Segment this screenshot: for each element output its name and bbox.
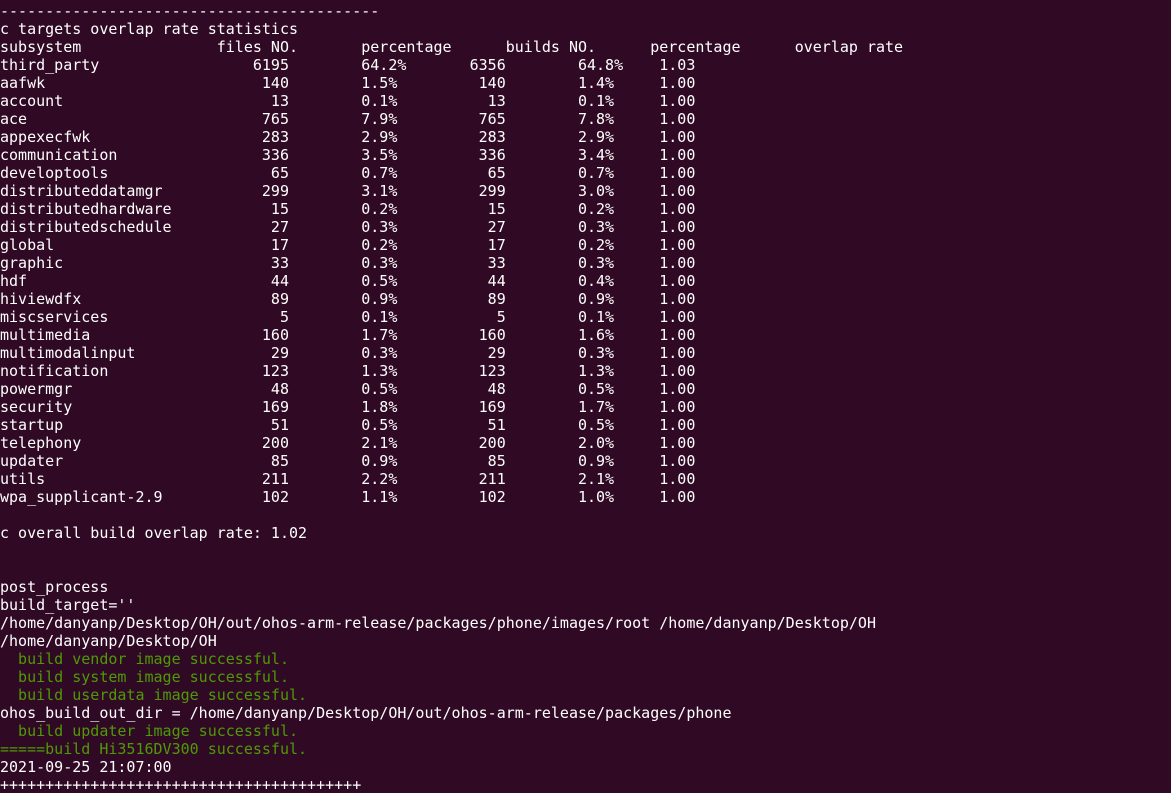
build-success-line: build vendor image successful. <box>0 650 289 668</box>
terminal-line: utils 211 2.2% 211 2.1% 1.00 <box>0 470 696 488</box>
terminal-line: global 17 0.2% 17 0.2% 1.00 <box>0 236 696 254</box>
terminal-line: wpa_supplicant-2.9 102 1.1% 102 1.0% 1.0… <box>0 488 696 506</box>
terminal-line: startup 51 0.5% 51 0.5% 1.00 <box>0 416 696 434</box>
terminal-line: ohos_build_out_dir = /home/danyanp/Deskt… <box>0 704 732 722</box>
terminal-line: distributedschedule 27 0.3% 27 0.3% 1.00 <box>0 218 696 236</box>
build-success-line: build userdata image successful. <box>0 686 308 704</box>
terminal-line: security 169 1.8% 169 1.7% 1.00 <box>0 398 696 416</box>
terminal-line: hdf 44 0.5% 44 0.4% 1.00 <box>0 272 696 290</box>
terminal-line: build_target='' <box>0 596 136 614</box>
terminal-line: miscservices 5 0.1% 5 0.1% 1.00 <box>0 308 696 326</box>
terminal-output: ----------------------------------------… <box>0 2 903 793</box>
terminal-line: distributeddatamgr 299 3.1% 299 3.0% 1.0… <box>0 182 696 200</box>
terminal-line: subsystem files NO. percentage builds NO… <box>0 38 904 56</box>
terminal-line: /home/danyanp/Desktop/OH/out/ohos-arm-re… <box>0 614 876 632</box>
terminal-line: multimedia 160 1.7% 160 1.6% 1.00 <box>0 326 696 344</box>
terminal-line: /home/danyanp/Desktop/OH <box>0 632 217 650</box>
terminal-line: telephony 200 2.1% 200 2.0% 1.00 <box>0 434 696 452</box>
terminal-line: appexecfwk 283 2.9% 283 2.9% 1.00 <box>0 128 696 146</box>
terminal-line: developtools 65 0.7% 65 0.7% 1.00 <box>0 164 696 182</box>
terminal-line: communication 336 3.5% 336 3.4% 1.00 <box>0 146 696 164</box>
terminal-line: 2021-09-25 21:07:00 <box>0 758 172 776</box>
terminal-line: hiviewdfx 89 0.9% 89 0.9% 1.00 <box>0 290 696 308</box>
terminal-line: powermgr 48 0.5% 48 0.5% 1.00 <box>0 380 696 398</box>
terminal-line: post_process <box>0 578 109 596</box>
terminal-line: notification 123 1.3% 123 1.3% 1.00 <box>0 362 696 380</box>
build-success-line: build system image successful. <box>0 668 289 686</box>
terminal-line: multimodalinput 29 0.3% 29 0.3% 1.00 <box>0 344 696 362</box>
terminal-line: ace 765 7.9% 765 7.8% 1.00 <box>0 110 696 128</box>
build-success-line: build updater image successful. <box>0 722 299 740</box>
build-success-line: =====build Hi3516DV300 successful. <box>0 740 308 758</box>
terminal-line: aafwk 140 1.5% 140 1.4% 1.00 <box>0 74 696 92</box>
terminal-window[interactable]: ----------------------------------------… <box>0 0 1171 793</box>
terminal-line: third_party 6195 64.2% 6356 64.8% 1.03 <box>0 56 696 74</box>
terminal-line: ++++++++++++++++++++++++++++++++++++++++ <box>0 776 362 793</box>
terminal-line: updater 85 0.9% 85 0.9% 1.00 <box>0 452 696 470</box>
terminal-line: distributedhardware 15 0.2% 15 0.2% 1.00 <box>0 200 696 218</box>
terminal-line: ----------------------------------------… <box>0 2 380 20</box>
terminal-line: account 13 0.1% 13 0.1% 1.00 <box>0 92 696 110</box>
terminal-line: c overall build overlap rate: 1.02 <box>0 524 308 542</box>
terminal-line: graphic 33 0.3% 33 0.3% 1.00 <box>0 254 696 272</box>
terminal-line: c targets overlap rate statistics <box>0 20 299 38</box>
